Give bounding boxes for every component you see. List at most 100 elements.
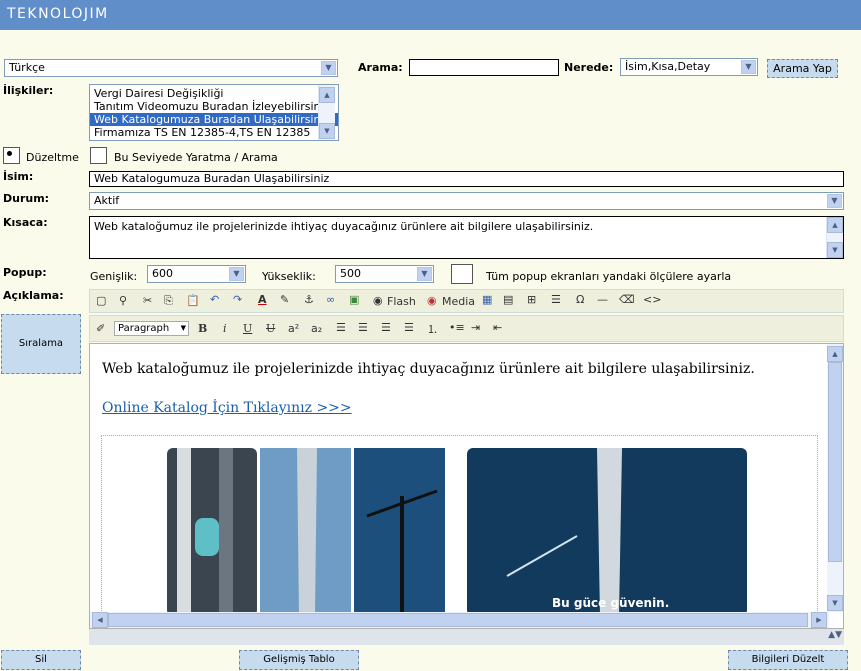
underline-icon[interactable]: U (243, 322, 252, 335)
link-icon[interactable]: ∞ (326, 293, 335, 306)
superscript-icon[interactable]: a² (288, 322, 299, 335)
status-label: Durum: (3, 192, 50, 205)
width-select[interactable]: 600 ▼ (147, 265, 246, 283)
table-props-icon[interactable]: ▤ (503, 293, 513, 306)
list-item[interactable]: Tanıtım Videomuzu Buradan İzleyebilirsin… (90, 100, 338, 113)
format-value: Paragraph (118, 323, 170, 334)
cut-icon[interactable]: ✂ (143, 294, 152, 307)
font-color-icon[interactable]: A (258, 293, 267, 306)
flash-icon[interactable]: ◉ (373, 294, 383, 307)
app-logo: TEKNOLOJIM (7, 6, 109, 22)
language-value: Türkçe (9, 61, 45, 74)
editor-vscroll[interactable]: ▲ ▼ (827, 344, 843, 612)
edit-radio-label: Düzeltme (26, 151, 79, 164)
scroll-thumb[interactable] (828, 362, 842, 562)
undo-icon[interactable]: ↶ (210, 293, 219, 306)
list-item[interactable]: Vergi Dairesi Değişikliği (90, 87, 338, 100)
justify-icon[interactable]: ☰ (404, 321, 414, 334)
editor-toolbar-1: ▢ ⚲ ✂ ⎘ 📋 ↶ ↷ A ✎ ⚓ ∞ ▣ ◉ Flash ◉ Media … (89, 289, 844, 313)
short-scrollbar[interactable]: ▲ ▼ (826, 217, 843, 258)
popup-all-label: Tüm popup ekranları yandaki ölçülere aya… (486, 270, 732, 283)
row-icon[interactable]: ☰ (551, 293, 561, 306)
advanced-table-button[interactable]: Gelişmiş Tablo (239, 650, 359, 670)
find-icon[interactable]: ⚲ (119, 294, 127, 307)
anchor-icon[interactable]: ⚓ (304, 293, 314, 306)
indent-icon[interactable]: ⇥ (471, 321, 480, 334)
search-button[interactable]: Arama Yap (767, 59, 838, 78)
relations-list[interactable]: Vergi Dairesi Değişikliği Tanıtım Videom… (89, 84, 339, 141)
relations-scrollbar[interactable]: ▲ ▼ (318, 85, 335, 140)
delete-button[interactable]: Sil (1, 650, 81, 670)
redo-icon[interactable]: ↷ (233, 293, 242, 306)
chevron-down-icon: ▼ (417, 267, 432, 281)
editor-body-text: Web kataloğumuz ile projelerinizde ihtiy… (102, 361, 755, 377)
scroll-down-icon[interactable]: ▼ (319, 123, 335, 139)
editor-content[interactable]: Web kataloğumuz ile projelerinizde ihtiy… (89, 343, 844, 629)
table-icon[interactable]: ▦ (482, 293, 492, 306)
list-item[interactable]: Firmamıza TS EN 12385-4,TS EN 12385 (90, 126, 338, 139)
create-radio-label: Bu Seviyede Yaratma / Arama (114, 151, 278, 164)
name-input[interactable]: Web Katalogumuza Buradan Ulaşabilirsiniz (89, 171, 844, 187)
style-icon[interactable]: ✐ (96, 322, 105, 335)
eraser-icon[interactable]: ⌫ (619, 293, 635, 306)
cell-icon[interactable]: ⊞ (527, 293, 536, 306)
highlight-icon[interactable]: ✎ (280, 293, 289, 306)
scroll-left-icon[interactable]: ◀ (92, 612, 108, 628)
scroll-up-icon[interactable]: ▲ (827, 346, 843, 362)
strikethrough-icon[interactable]: U (266, 322, 275, 335)
status-value: Aktif (94, 194, 120, 207)
align-center-icon[interactable]: ☰ (358, 321, 368, 334)
scroll-down-icon[interactable]: ▼ (827, 595, 843, 611)
image-icon[interactable]: ▣ (349, 293, 359, 306)
hscroll-thumb[interactable] (108, 613, 808, 627)
media-label[interactable]: Media (442, 295, 475, 308)
bold-icon[interactable]: B (198, 322, 207, 335)
name-input-value: Web Katalogumuza Buradan Ulaşabilirsiniz (94, 172, 330, 185)
code-icon[interactable]: <> (643, 293, 661, 306)
search-button-label: Arama Yap (773, 62, 832, 75)
search-input[interactable] (409, 59, 559, 76)
paste-icon[interactable]: 📋 (186, 294, 200, 307)
where-select[interactable]: İsim,Kısa,Detay ▼ (620, 58, 758, 76)
scroll-up-icon[interactable]: ▲ (319, 87, 335, 103)
create-radio[interactable] (90, 147, 107, 164)
scroll-down-icon[interactable]: ▼ (827, 242, 843, 258)
outdent-icon[interactable]: ⇤ (493, 321, 502, 334)
align-left-icon[interactable]: ☰ (336, 321, 346, 334)
top-bar: TEKNOLOJIM (0, 0, 861, 30)
copy-icon[interactable]: ⎘ (164, 294, 173, 308)
status-select[interactable]: Aktif ▼ (89, 192, 844, 210)
delete-button-label: Sil (35, 654, 47, 665)
update-button[interactable]: Bilgileri Düzelt (728, 650, 848, 670)
short-textarea[interactable]: Web kataloğumuz ile projelerinizde ihtiy… (89, 216, 844, 259)
align-right-icon[interactable]: ☰ (381, 321, 391, 334)
flash-label[interactable]: Flash (387, 295, 416, 308)
scroll-right-icon[interactable]: ▶ (811, 612, 827, 628)
chevron-down-icon: ▼ (827, 194, 842, 208)
media-icon[interactable]: ◉ (427, 294, 437, 307)
popup-all-checkbox[interactable] (451, 264, 473, 284)
chevron-down-icon: ▼ (741, 60, 756, 74)
new-document-icon[interactable]: ▢ (96, 294, 106, 307)
resize-icon[interactable]: ▲▼ (828, 630, 842, 640)
sort-button[interactable]: Sıralama (1, 314, 81, 374)
ordered-list-icon[interactable]: ⒈ (427, 321, 438, 337)
editor-hscroll[interactable]: ◀ ▶ (90, 612, 829, 628)
scroll-up-icon[interactable]: ▲ (827, 217, 843, 233)
banner-photos (167, 448, 747, 616)
edit-radio[interactable] (3, 147, 20, 164)
subscript-icon[interactable]: a₂ (311, 322, 322, 335)
language-select[interactable]: Türkçe ▼ (4, 59, 338, 77)
italic-icon[interactable]: i (223, 322, 227, 335)
horizontal-rule-icon[interactable]: — (597, 293, 608, 306)
special-char-icon[interactable]: Ω (576, 293, 584, 306)
height-select[interactable]: 500 ▼ (335, 265, 434, 283)
short-text: Web kataloğumuz ile projelerinizde ihtiy… (94, 220, 594, 233)
height-label: Yükseklik: (262, 270, 316, 283)
width-label: Genişlik: (90, 270, 138, 283)
format-select[interactable]: Paragraph ▼ (114, 321, 189, 336)
catalog-link[interactable]: Online Katalog İçin Tıklayınız >>> (102, 400, 352, 416)
unordered-list-icon[interactable]: •≡ (449, 321, 465, 334)
name-label: İsim: (3, 170, 34, 183)
list-item-selected[interactable]: Web Katalogumuza Buradan Ulaşabilirsiniz (90, 113, 338, 126)
